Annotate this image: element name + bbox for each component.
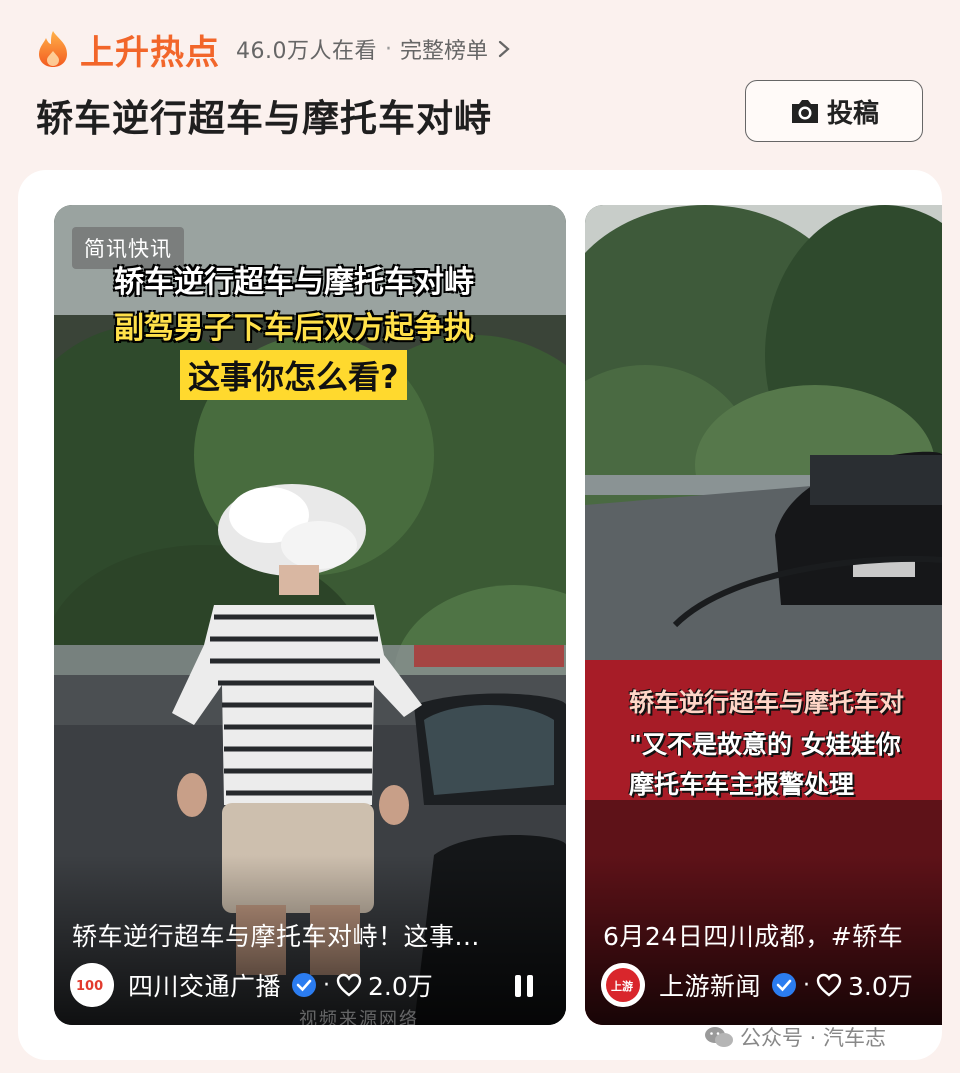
author-avatar[interactable]: 上游	[601, 963, 645, 1007]
video-caption-line-1: 轿车逆行超车与摩托车对峙	[114, 265, 474, 300]
submit-button[interactable]: 投稿	[745, 80, 923, 142]
author-name[interactable]: 四川交通广播	[128, 967, 281, 1003]
trend-label: 上升热点	[80, 32, 220, 73]
full-list-link[interactable]: 完整榜单	[400, 33, 488, 65]
topic-title: 轿车逆行超车与摩托车对峙	[36, 97, 492, 140]
video-title[interactable]: 轿车逆行超车与摩托车对峙！这事...	[72, 917, 480, 953]
video-caption-line-3: 摩托车车主报警处理	[629, 770, 855, 799]
trending-header: 上升热点 46.0万人在看 · 完整榜单	[36, 24, 510, 74]
chevron-right-icon[interactable]	[498, 40, 510, 58]
flame-icon	[39, 31, 67, 67]
meta-separator: ·	[803, 972, 811, 998]
heart-icon[interactable]	[816, 973, 842, 997]
like-count: 2.0万	[368, 972, 433, 1001]
submit-label: 投稿	[826, 98, 879, 129]
source-watermark: 视频来源网络	[299, 1009, 419, 1025]
like-count: 3.0万	[848, 972, 913, 1001]
video-card-1[interactable]: 简讯快讯 轿车逆行超车与摩托车对峙 副驾男子下车后双方起争执 这事你怎么看? 轿…	[54, 205, 566, 1025]
camera-icon	[791, 100, 818, 123]
video-caption-line-2: "又不是故意的 女娃娃你	[629, 730, 901, 759]
watermark-text: 公众号 · 汽车志	[740, 1026, 887, 1050]
author-avatar[interactable]: 100	[70, 963, 114, 1007]
meta-separator: ·	[323, 972, 331, 998]
author-name[interactable]: 上游新闻	[659, 967, 761, 1003]
video-card-2[interactable]: 轿车逆行超车与摩托车对 "又不是故意的 女娃娃你 摩托车车主报警处理 6月24日…	[585, 205, 942, 1025]
wechat-watermark: 公众号 · 汽车志	[704, 1022, 886, 1052]
header-separator: ·	[385, 36, 392, 62]
svg-text:上游: 上游	[611, 979, 633, 993]
heart-icon[interactable]	[336, 973, 362, 997]
avatar-logo: 上游	[601, 963, 645, 1007]
verified-icon	[772, 973, 797, 997]
video-caption-line-3: 这事你怎么看?	[180, 350, 407, 400]
video-meta-row: 上游 上游新闻 · 3.0万	[601, 963, 913, 1007]
wechat-icon	[705, 1027, 733, 1047]
svg-text:100: 100	[76, 979, 103, 994]
video-caption-line-1: 轿车逆行超车与摩托车对	[629, 688, 905, 717]
viewer-count: 46.0万人在看	[236, 39, 377, 64]
video-meta-row: 100 四川交通广播 · 2.0万	[70, 963, 433, 1007]
verified-icon	[292, 973, 317, 997]
video-title[interactable]: 6月24日四川成都，#轿车	[603, 917, 903, 953]
pause-icon[interactable]	[512, 973, 536, 999]
video-caption-line-2: 副驾男子下车后双方起争执	[114, 311, 474, 346]
avatar-logo: 100	[70, 963, 114, 1007]
